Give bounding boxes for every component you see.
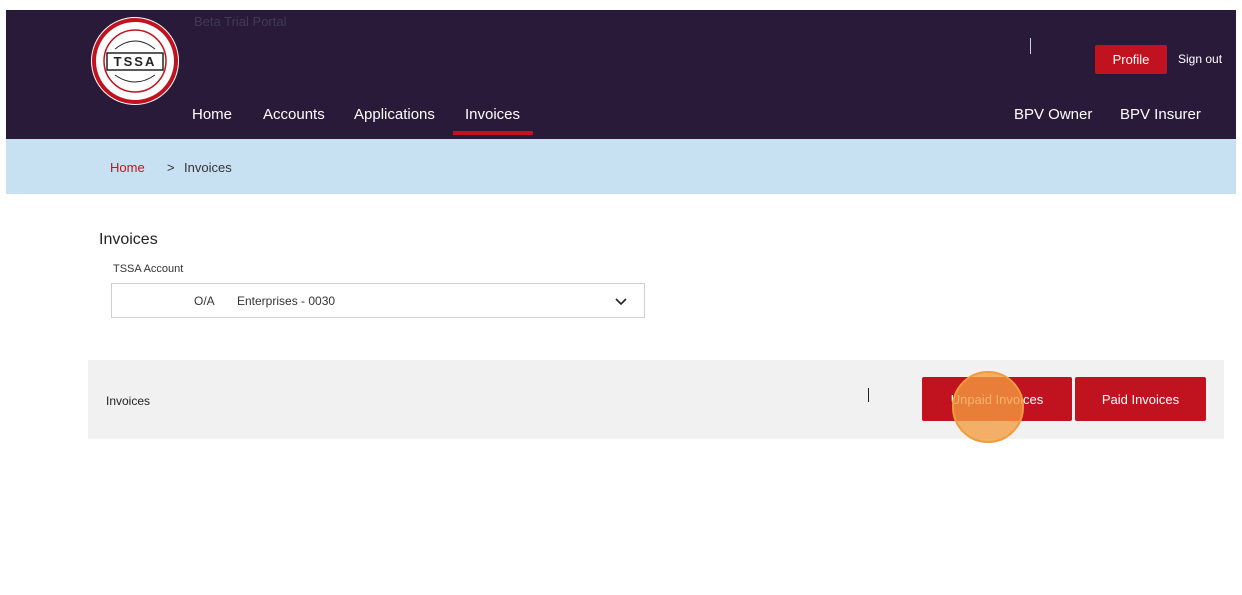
sign-out-link[interactable]: Sign out xyxy=(1178,52,1222,66)
tssa-account-select[interactable]: O/A Enterprises - 0030 xyxy=(111,283,645,318)
tssa-account-label: TSSA Account xyxy=(113,263,184,275)
page: TSSA Beta Trial Portal Home Accounts App… xyxy=(6,10,1236,595)
active-nav-indicator xyxy=(453,131,533,135)
nav-home[interactable]: Home xyxy=(192,106,232,123)
account-value: Enterprises - 0030 xyxy=(237,294,336,308)
text-cursor xyxy=(868,388,869,402)
chevron-down-icon xyxy=(615,298,627,306)
breadcrumb-home-link[interactable]: Home xyxy=(110,160,145,175)
invoices-panel-label: Invoices xyxy=(106,394,151,408)
nav-accounts[interactable]: Accounts xyxy=(263,106,325,123)
portal-label: Beta Trial Portal xyxy=(194,14,287,29)
invoices-panel: Invoices Unpaid Invoices Paid Invoices xyxy=(88,360,1224,439)
breadcrumb-current: Invoices xyxy=(184,160,232,175)
nav-applications[interactable]: Applications xyxy=(354,106,435,123)
tssa-logo[interactable]: TSSA xyxy=(89,15,181,107)
breadcrumb: Home > Invoices xyxy=(6,139,1236,194)
header-separator xyxy=(1030,38,1031,54)
header-bar: TSSA Beta Trial Portal Home Accounts App… xyxy=(6,10,1236,139)
nav-invoices[interactable]: Invoices xyxy=(465,106,520,123)
page-title: Invoices xyxy=(99,231,158,248)
account-prefix: O/A xyxy=(194,294,215,308)
breadcrumb-separator: > xyxy=(167,160,175,175)
nav-bpv-owner[interactable]: BPV Owner xyxy=(1014,106,1092,123)
profile-button[interactable]: Profile xyxy=(1095,45,1167,74)
logo-text: TSSA xyxy=(114,54,157,69)
nav-bpv-insurer[interactable]: BPV Insurer xyxy=(1120,106,1201,123)
click-highlight xyxy=(952,371,1024,443)
paid-invoices-button[interactable]: Paid Invoices xyxy=(1075,377,1206,421)
